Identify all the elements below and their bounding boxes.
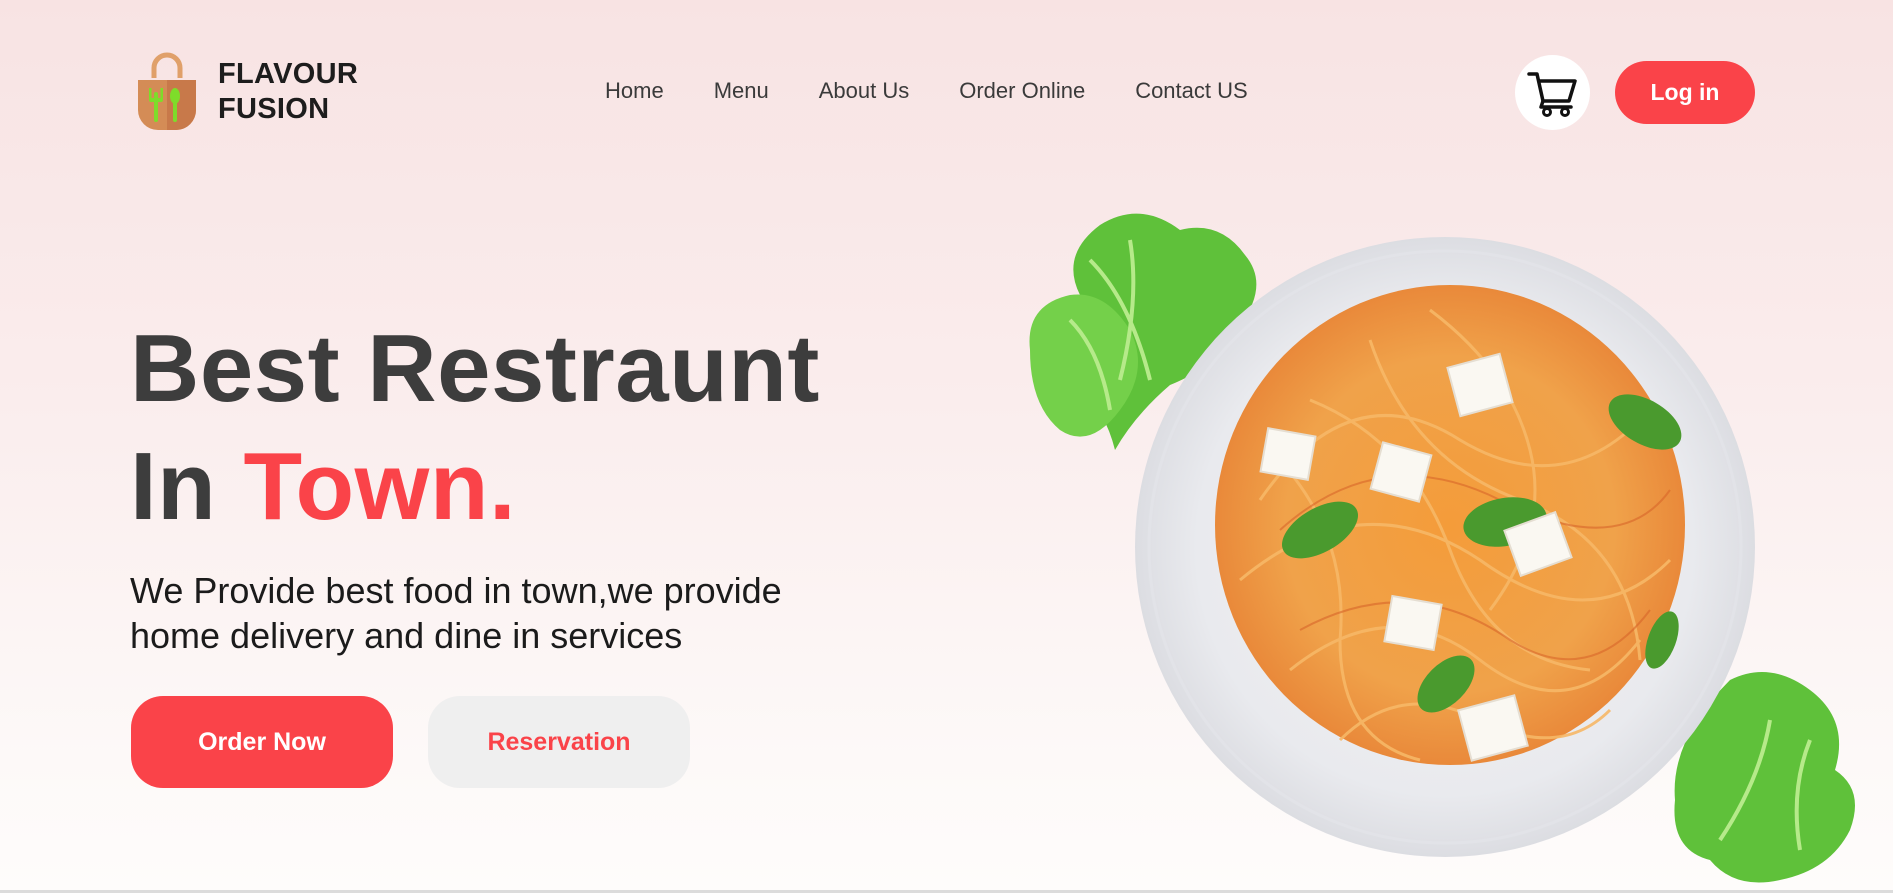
nav-order-online[interactable]: Order Online xyxy=(959,78,1085,104)
brand-name: FLAVOUR FUSION xyxy=(218,57,358,127)
nav-contact-us[interactable]: Contact US xyxy=(1135,78,1248,104)
plate-of-spaghetti-with-basil-and-feta-image xyxy=(1029,213,1855,883)
brand-name-line1: FLAVOUR xyxy=(218,58,359,90)
nav-about-us[interactable]: About Us xyxy=(819,78,910,104)
cart-icon xyxy=(1526,71,1577,117)
cart-button[interactable] xyxy=(1515,55,1590,130)
hero-subtitle: We Provide best food in town,we provide … xyxy=(130,570,782,656)
hero-title: Best Restraunt In Town. xyxy=(130,310,820,546)
hero-title-prefix: In xyxy=(130,433,244,540)
shopping-bag-fork-spoon-icon xyxy=(138,52,196,130)
brand-logo[interactable]: FLAVOUR FUSION xyxy=(134,52,358,132)
nav-home[interactable]: Home xyxy=(605,78,664,104)
main-nav: Home Menu About Us Order Online Contact … xyxy=(605,78,1298,104)
hero-title-line2: In Town. xyxy=(130,428,820,546)
brand-name-line2: FUSION xyxy=(218,93,330,125)
reservation-button[interactable]: Reservation xyxy=(428,696,690,788)
hero-title-accent: Town. xyxy=(243,433,517,540)
nav-menu[interactable]: Menu xyxy=(714,78,769,104)
login-button[interactable]: Log in xyxy=(1615,61,1755,124)
hero-title-line1: Best Restraunt xyxy=(130,315,820,422)
order-now-button[interactable]: Order Now xyxy=(131,696,393,788)
